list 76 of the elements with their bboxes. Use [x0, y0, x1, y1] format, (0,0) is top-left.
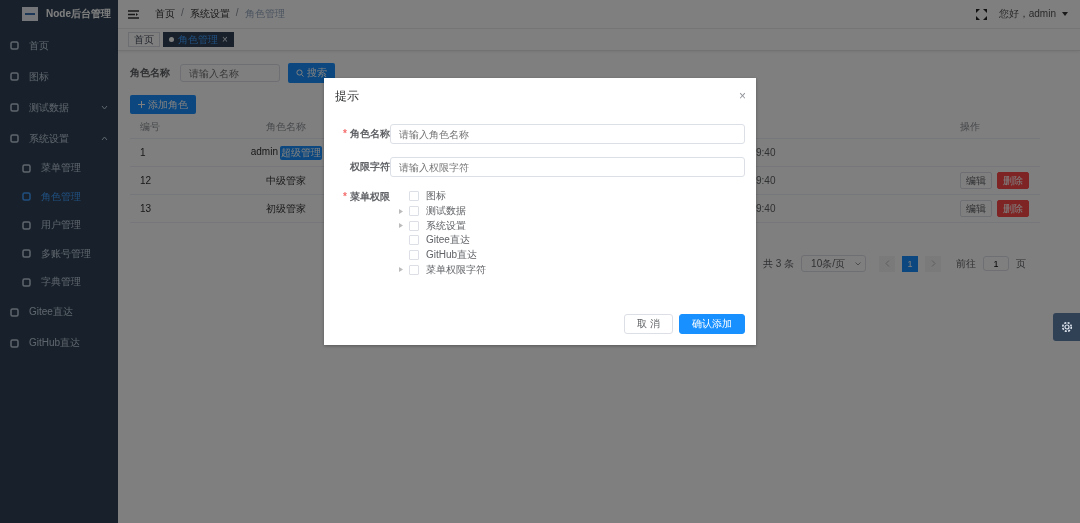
field-label: * 角色名称: [342, 127, 390, 141]
menu-icon: [10, 72, 19, 81]
sidebar-item[interactable]: 首页: [0, 30, 118, 61]
menu-icon: [10, 338, 19, 348]
edit-button[interactable]: 编辑: [960, 200, 992, 217]
total-count: 共 3 条: [762, 256, 795, 271]
table-cell-text: 9:40: [756, 175, 777, 186]
tree-item[interactable]: 菜单权限字符: [397, 262, 486, 278]
checkbox[interactable]: [409, 206, 419, 217]
menu-icon: [22, 277, 31, 287]
delete-button[interactable]: 删除: [997, 200, 1029, 217]
page-input[interactable]: 1: [983, 256, 1009, 271]
checkbox[interactable]: [409, 191, 419, 202]
menu-icon: [10, 41, 19, 50]
app-title: Node后台管理: [46, 7, 111, 21]
input-field[interactable]: 请输入权限字符: [390, 157, 745, 177]
checkbox[interactable]: [409, 264, 419, 275]
tree-item[interactable]: 系统设置: [397, 218, 486, 234]
search-icon: [296, 69, 304, 77]
table-cell-text: 9:40: [756, 203, 777, 214]
table-cell-text: admin: [250, 145, 278, 159]
plus-icon: [138, 101, 145, 108]
breadcrumb-link[interactable]: 系统设置: [189, 7, 230, 21]
table-cell-text: 9:40: [756, 147, 777, 158]
add-button[interactable]: 添加角色: [130, 95, 196, 114]
menu-icon: [10, 307, 19, 317]
confirm-button[interactable]: 确认添加: [679, 314, 745, 334]
tree-item[interactable]: 图标: [397, 189, 486, 204]
menu-icon: [22, 220, 31, 230]
logo-icon: [22, 7, 38, 21]
page-tab[interactable]: 角色管理 ×: [163, 32, 234, 47]
input-field[interactable]: 请输入角色名称: [390, 124, 745, 144]
menu-icon: [22, 192, 31, 202]
breadcrumb-separator: /: [181, 7, 184, 20]
user-menu[interactable]: 您好，admin: [998, 7, 1056, 21]
menu-icon: [22, 163, 31, 173]
table-cell-text: 12: [139, 175, 153, 186]
sidebar-item[interactable]: 图标: [0, 61, 118, 92]
settings-button[interactable]: [1053, 313, 1080, 341]
dialog-title: 提示: [335, 87, 359, 105]
cancel-button[interactable]: 取 消: [624, 314, 673, 334]
page-size-select[interactable]: 10条/页: [801, 255, 866, 272]
delete-button[interactable]: 删除: [997, 172, 1029, 189]
field-label: 权限字符: [349, 160, 390, 174]
checkbox[interactable]: [409, 250, 419, 261]
caret-icon: [1062, 12, 1068, 16]
chevron-down-icon: [855, 261, 861, 266]
search-field[interactable]: 请输入名称: [180, 64, 280, 82]
gear-icon: [1061, 321, 1073, 333]
page-tab[interactable]: 首页: [128, 32, 160, 47]
role-tag: 超级管理: [280, 145, 322, 160]
table-cell-text: 1: [139, 147, 147, 158]
field-label: * 菜单权限: [342, 190, 390, 204]
menu-icon: [22, 249, 31, 259]
checkbox[interactable]: [409, 220, 419, 231]
field-label: 角色名称: [130, 66, 170, 80]
table-cell: 中级管家: [266, 173, 306, 188]
menu-icon: [10, 103, 19, 112]
goto-label: 前往: [956, 256, 976, 271]
edit-button[interactable]: 编辑: [960, 172, 992, 189]
table-cell-text: 13: [139, 203, 153, 214]
tree-item[interactable]: GitHub直达: [397, 247, 486, 263]
fullscreen-icon[interactable]: [975, 8, 987, 20]
table-cell: 初级管家: [266, 201, 306, 216]
page-suffix: 页: [1016, 256, 1026, 271]
close-button[interactable]: ×: [739, 89, 746, 103]
menu-icon: [10, 134, 19, 143]
search-button[interactable]: 搜索: [288, 63, 335, 83]
page-button[interactable]: 1: [902, 255, 918, 272]
breadcrumb-separator: /: [235, 7, 239, 20]
menu-icon[interactable]: [128, 9, 139, 19]
checkbox[interactable]: [409, 235, 419, 246]
breadcrumb-link[interactable]: 首页: [155, 7, 175, 21]
tree-item[interactable]: 测试数据: [397, 203, 486, 219]
tree-item[interactable]: Gitee直达: [397, 233, 486, 248]
sidebar-subitem[interactable]: 角色管理: [0, 182, 118, 211]
